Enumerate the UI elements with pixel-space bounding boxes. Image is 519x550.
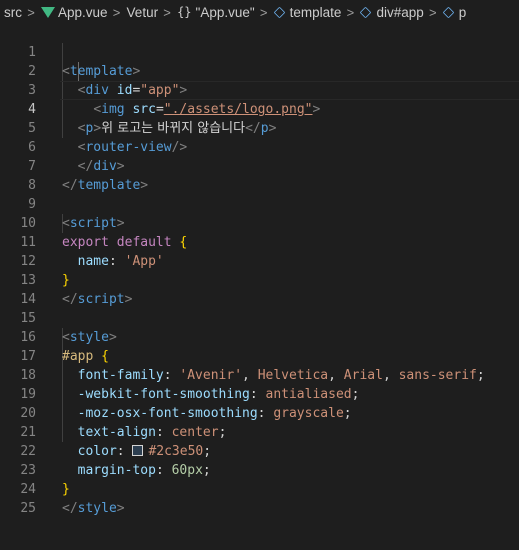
breadcrumb-item-src[interactable]: src	[4, 5, 22, 20]
chevron-right-icon: >	[259, 4, 268, 20]
line-number: 25	[20, 501, 36, 516]
code-line[interactable]: 6 </div>	[0, 119, 519, 174]
code-line[interactable]: 20 text-align: center;	[0, 385, 519, 440]
line-content: </style>	[62, 501, 125, 516]
code-line[interactable]: 16 #app {	[0, 309, 519, 364]
code-line[interactable]: 21 color: #2c3e50;	[0, 404, 519, 459]
breadcrumb-item-vetur[interactable]: Vetur	[127, 5, 159, 20]
code-line[interactable]: 14	[0, 271, 519, 307]
code-line[interactable]: 12 }	[0, 233, 519, 288]
code-line[interactable]: 23 }	[0, 442, 519, 497]
code-line[interactable]: 10 export default {	[0, 195, 519, 250]
code-line[interactable]: 2 <div id="app">	[0, 43, 519, 98]
breadcrumb-item-p[interactable]: p	[442, 4, 467, 20]
breadcrumb-item-app-vue[interactable]: App.vue	[41, 5, 108, 20]
breadcrumb-label: div#app	[376, 4, 424, 20]
braces-icon: {}	[177, 5, 192, 19]
element-icon	[442, 6, 455, 18]
code-line[interactable]: 8	[0, 157, 519, 193]
breadcrumb-label: src	[4, 4, 22, 20]
code-line[interactable]: 25	[0, 480, 519, 516]
code-line[interactable]: 11 name: 'App'	[0, 214, 519, 269]
chevron-right-icon: >	[346, 4, 355, 20]
chevron-right-icon: >	[163, 4, 171, 20]
chevron-right-icon: >	[112, 4, 121, 20]
vue-icon	[41, 6, 55, 18]
code-line[interactable]: 3 <img src="./assets/logo.png">	[0, 62, 519, 117]
code-line[interactable]: 1 <template>	[0, 24, 519, 79]
code-line[interactable]: 19 -moz-osx-font-smoothing: grayscale;	[0, 366, 519, 421]
breadcrumb-item-app-vue-module[interactable]: {} "App.vue"	[177, 5, 255, 20]
breadcrumb-label: "App.vue"	[195, 4, 255, 20]
code-line[interactable]: 15 <style>	[0, 290, 519, 345]
code-line[interactable]: 9 <script>	[0, 176, 519, 231]
code-line[interactable]: 18 -webkit-font-smoothing: antialiased;	[0, 347, 519, 402]
element-icon	[360, 6, 372, 18]
code-line[interactable]: 5 <router-view/>	[0, 100, 519, 155]
breadcrumb-item-div-app[interactable]: div#app	[360, 4, 424, 20]
code-line[interactable]: 7 </template>	[0, 138, 519, 193]
chevron-right-icon: >	[428, 4, 437, 20]
code-line[interactable]: 17 font-family: 'Avenir', Helvetica, Ari…	[0, 328, 519, 383]
breadcrumb-label: p	[458, 4, 467, 20]
breadcrumb: src > App.vue > Vetur > {} "App.vue" > te…	[0, 0, 519, 24]
code-line-current[interactable]: 4 <p>위 로고는 바뀌지 않습니다</p>	[0, 81, 519, 136]
code-editor[interactable]: 1 <template> 2 <div id="app"> 3 <img src…	[0, 24, 519, 550]
code-line[interactable]: 24 </style>	[0, 461, 519, 516]
breadcrumb-label: Vetur	[126, 4, 159, 20]
breadcrumb-label: template	[289, 4, 342, 20]
breadcrumb-item-template[interactable]: template	[273, 4, 342, 20]
element-icon	[273, 6, 285, 18]
breadcrumb-label: App.vue	[58, 4, 108, 20]
code-line[interactable]: 22 margin-top: 60px;	[0, 423, 519, 478]
chevron-right-icon: >	[27, 4, 35, 20]
code-line[interactable]: 13 </script>	[0, 252, 519, 307]
